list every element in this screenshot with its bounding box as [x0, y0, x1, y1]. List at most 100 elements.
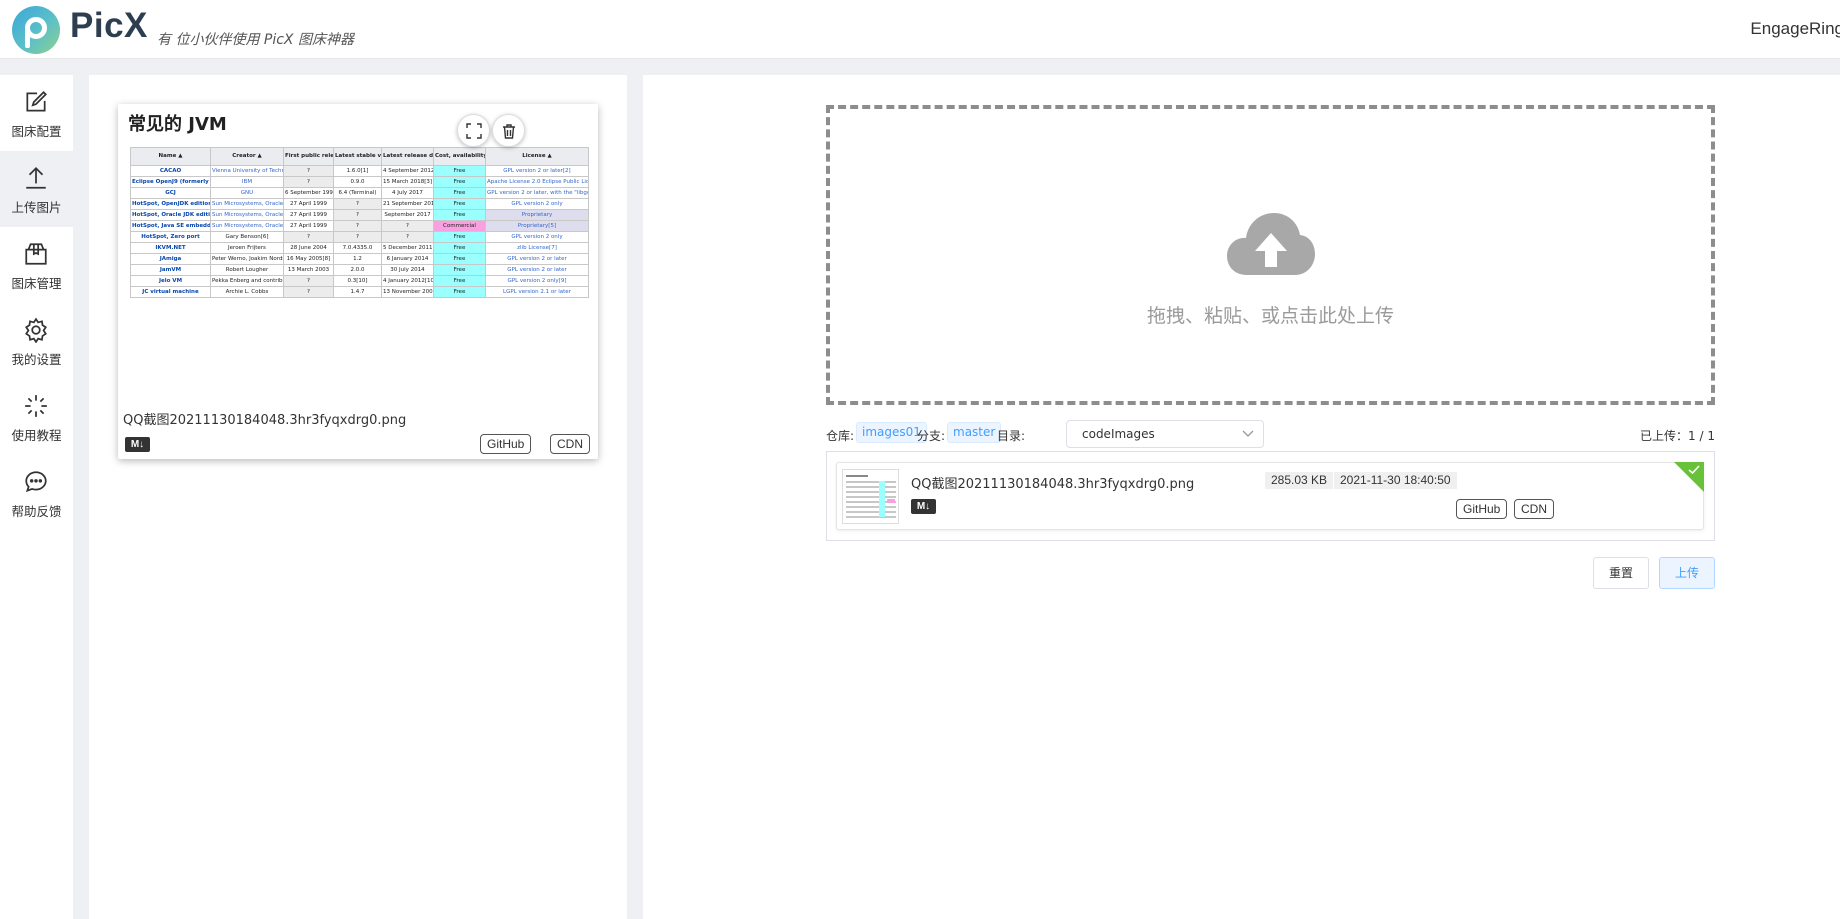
box-icon: [25, 243, 47, 265]
table-cell: ?: [283, 275, 334, 287]
table-cell: Gary Benson[6]: [210, 231, 284, 243]
table-cell: Eclipse OpenJ9 (formerly IBM J9): [130, 176, 211, 188]
table-cell: Peter Werno, Joakim Nordström: [210, 253, 284, 265]
app-header: PicX 有 位小伙伴使用 PicX 图床神器 EngageRing: [0, 0, 1840, 59]
chat-icon: [25, 471, 47, 493]
app-name[interactable]: PicX: [70, 6, 148, 46]
table-cell: 2.0.0: [333, 264, 382, 276]
table-row: HotSpot, Java SE embedded editionSun Mic…: [130, 220, 589, 232]
copy-github-link-button[interactable]: GitHub: [480, 434, 532, 454]
table-cell: ?: [333, 231, 382, 243]
sidebar-item-label: 图床管理: [11, 276, 62, 291]
markdown-copy-button[interactable]: M↓: [911, 499, 936, 514]
cloud-upload-icon: [1227, 213, 1315, 275]
reset-button[interactable]: 重置: [1593, 557, 1649, 589]
table-cell: 6 September 1998: [283, 187, 334, 199]
dir-label: 目录:: [997, 429, 1026, 443]
table-row: JAmigaPeter Werno, Joakim Nordström16 Ma…: [130, 253, 589, 265]
markdown-copy-button[interactable]: M↓: [125, 437, 150, 452]
table-cell: September 2017: [381, 209, 434, 221]
table-cell: 1.6.0[1]: [333, 165, 382, 177]
branch-tag: master: [947, 422, 1002, 443]
preview-filename: QQ截图20211130184048.3hr3fyqxdrg0.png: [123, 413, 407, 428]
table-cell: Apache License 2.0 Eclipse Public Licens…: [485, 176, 589, 188]
table-cell: GPL version 2 or later: [485, 253, 589, 265]
dir-select-value: codeImages: [1082, 427, 1155, 441]
table-header: Cost, availability: [433, 147, 486, 166]
upload-button[interactable]: 上传: [1659, 557, 1715, 589]
table-cell: 4 July 2017: [381, 187, 434, 199]
sidebar-item-settings[interactable]: 我的设置: [0, 303, 73, 379]
table-row: CACAOVienna University of Technology?1.6…: [130, 165, 589, 177]
sidebar-item-upload[interactable]: 上传图片: [0, 151, 73, 227]
image-preview[interactable]: 常见的 JVM Name ▲ Creator ▲ First public re…: [118, 104, 598, 394]
fullscreen-icon: [466, 123, 482, 139]
table-cell: GPL version 2 or later[2]: [485, 165, 589, 177]
table-cell: Free: [433, 187, 486, 199]
table-cell: Free: [433, 286, 486, 298]
table-cell: Free: [433, 165, 486, 177]
user-name[interactable]: EngageRing: [1750, 19, 1840, 39]
table-row: JamVM Robert Lougher 13 March 2003 2.0.0 30 …: [130, 264, 589, 276]
sidebar-item-feedback[interactable]: 帮助反馈: [0, 455, 73, 531]
table-cell: ?: [283, 176, 334, 188]
fullscreen-button[interactable]: [457, 114, 490, 147]
upload-icon: [26, 167, 46, 189]
table-cell: GCJ: [130, 187, 211, 199]
table-cell: ?: [381, 220, 434, 232]
sidebar-item-image-config[interactable]: 图床配置: [0, 75, 73, 151]
table-header: Name ▲: [130, 147, 211, 166]
table-cell: Jeroen Frijters: [210, 242, 284, 254]
table-cell: 1.2: [333, 253, 382, 265]
check-icon: [1688, 465, 1700, 475]
table-cell: JC virtual machine: [130, 286, 211, 298]
table-cell: Free: [433, 231, 486, 243]
table-cell: 28 June 2004: [283, 242, 334, 254]
chevron-down-icon: [1242, 430, 1254, 437]
delete-button[interactable]: [492, 114, 525, 147]
table-cell: 4 January 2012[10]: [381, 275, 434, 287]
table-cell: ?: [283, 286, 334, 298]
table-cell: Sun Microsystems, Oracle: [210, 209, 284, 221]
upload-dropzone[interactable]: 拖拽、粘贴、或点击此处上传: [826, 105, 1715, 405]
table-row: GCJ GNU 6 September 1998 6.4 (Terminal) 4 Ju…: [130, 187, 589, 199]
sidebar-item-label: 帮助反馈: [11, 504, 62, 519]
table-cell: zlib License[7]: [485, 242, 589, 254]
table-cell: 6 January 2014: [381, 253, 434, 265]
repo-info-row: 仓库: images01 分支: master 目录: codeImages 已…: [826, 420, 1715, 448]
table-header: Latest release date: [381, 147, 434, 166]
image-preview-card[interactable]: 常见的 JVM Name ▲ Creator ▲ First public re…: [118, 104, 598, 459]
table-cell: 7.0.4335.0: [333, 242, 382, 254]
table-cell: ?: [333, 220, 382, 232]
table-header: First public release: [283, 147, 334, 166]
sidebar-item-image-manage[interactable]: 图床管理: [0, 227, 73, 303]
table-cell: HotSpot, OpenJDK edition: [130, 198, 211, 210]
table-cell: 30 July 2014: [381, 264, 434, 276]
picx-logo-icon[interactable]: [12, 6, 60, 54]
table-cell: GPL version 2 only[9]: [485, 275, 589, 287]
table-row: JC virtual machine Archie L. Cobbs? 1.4.7 1…: [130, 286, 589, 298]
sidebar-item-tutorial[interactable]: 使用教程: [0, 379, 73, 455]
table-cell: HotSpot, Java SE embedded edition: [130, 220, 211, 232]
copy-github-link-button[interactable]: GitHub: [1456, 499, 1508, 519]
table-cell: Proprietary: [485, 209, 589, 221]
table-cell: Free: [433, 198, 486, 210]
sidebar-item-label: 图床配置: [11, 124, 62, 139]
branch-label: 分支:: [917, 429, 946, 443]
table-cell: 27 April 1999: [283, 198, 334, 210]
list-item[interactable]: QQ截图20211130184048.3hr3fyqxdrg0.png M↓ 2…: [836, 462, 1704, 530]
table-cell: ?: [333, 209, 382, 221]
dir-select[interactable]: codeImages: [1066, 420, 1264, 448]
copy-cdn-link-button[interactable]: CDN: [1514, 499, 1554, 519]
copy-cdn-link-button[interactable]: CDN: [550, 434, 590, 454]
table-cell: 21 September 2017: [381, 198, 434, 210]
table-cell: Free: [433, 264, 486, 276]
table-header: License ▲: [485, 147, 589, 166]
table-header: Latest stable version: [333, 147, 382, 166]
table-cell: 13 November 2005: [381, 286, 434, 298]
image-thumbnail[interactable]: [842, 469, 899, 524]
table-cell: 5 December 2011: [381, 242, 434, 254]
table-cell: 15 March 2018[3]: [381, 176, 434, 188]
table-cell: Free: [433, 209, 486, 221]
edit-icon: [26, 91, 47, 112]
